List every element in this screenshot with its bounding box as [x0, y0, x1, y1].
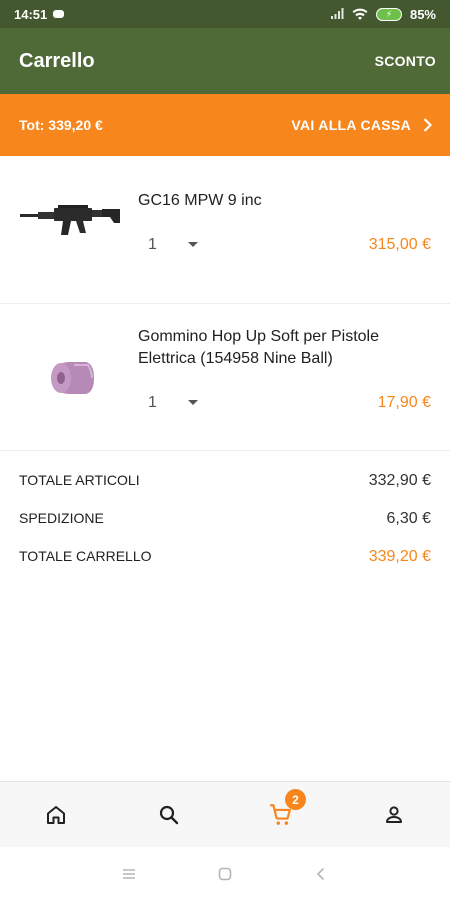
- product-name[interactable]: GC16 MPW 9 inc: [138, 190, 438, 212]
- product-price: 17,90 €: [377, 394, 431, 411]
- back-icon[interactable]: [313, 866, 329, 882]
- product-name[interactable]: Gommino Hop Up Soft per Pistole Elettric…: [138, 326, 438, 370]
- signal-icon: [330, 8, 344, 19]
- product-image[interactable]: [18, 196, 123, 251]
- status-bar: 14:51 ⚡ 85%: [0, 0, 450, 28]
- summary-row-articles: TOTALE ARTICOLI 332,90 €: [19, 472, 431, 490]
- checkout-total: Tot: 339,20 €: [19, 117, 103, 133]
- nav-home[interactable]: [0, 782, 113, 847]
- page-title: Carrello: [19, 49, 95, 72]
- product-image[interactable]: [18, 332, 123, 430]
- home-icon: [47, 805, 66, 824]
- chevron-down-icon[interactable]: [188, 242, 198, 247]
- product-price: 315,00 €: [368, 236, 431, 253]
- quantity-select[interactable]: 1: [148, 394, 157, 412]
- nav-profile[interactable]: [338, 782, 450, 847]
- checkout-button-label: VAI ALLA CASSA: [291, 117, 411, 133]
- app-bar: Carrello SCONTO: [0, 28, 450, 94]
- message-notification-icon: [53, 10, 65, 18]
- hop-up-rubber-image: [18, 332, 123, 430]
- cart-item[interactable]: Gommino Hop Up Soft per Pistole Elettric…: [0, 304, 450, 451]
- home-button-icon[interactable]: [217, 866, 233, 882]
- summary-row-cart-total: TOTALE CARRELLO 339,20 €: [19, 548, 431, 566]
- summary-value: 6,30 €: [386, 510, 431, 527]
- menu-icon[interactable]: [121, 867, 137, 881]
- chevron-right-icon: [423, 118, 432, 132]
- nav-cart[interactable]: 2: [225, 782, 338, 847]
- battery-charging-icon: ⚡: [375, 7, 402, 21]
- search-icon: [159, 805, 178, 824]
- summary-row-shipping: SPEDIZIONE 6,30 €: [19, 510, 431, 528]
- rifle-image: [20, 205, 120, 235]
- cart-item[interactable]: GC16 MPW 9 inc 1 315,00 €: [0, 156, 450, 304]
- summary-label: SPEDIZIONE: [19, 510, 104, 526]
- summary-value: 332,90 €: [368, 472, 431, 489]
- system-nav-bar: [0, 847, 450, 900]
- wifi-icon: [352, 8, 368, 20]
- discount-button[interactable]: SCONTO: [375, 53, 436, 69]
- checkout-bar: Tot: 339,20 € VAI ALLA CASSA: [0, 94, 450, 156]
- checkout-button[interactable]: VAI ALLA CASSA: [291, 117, 432, 133]
- cart-badge: 2: [285, 789, 306, 810]
- chevron-down-icon[interactable]: [188, 400, 198, 405]
- summary-label: TOTALE ARTICOLI: [19, 472, 140, 488]
- bottom-nav: 2: [0, 781, 450, 847]
- quantity-select[interactable]: 1: [148, 236, 157, 254]
- summary-label: TOTALE CARRELLO: [19, 548, 152, 564]
- battery-percent: 85%: [409, 6, 436, 22]
- nav-search[interactable]: [113, 782, 226, 847]
- status-time: 14:51: [14, 6, 48, 22]
- summary-value: 339,20 €: [368, 548, 431, 565]
- profile-icon: [385, 805, 402, 823]
